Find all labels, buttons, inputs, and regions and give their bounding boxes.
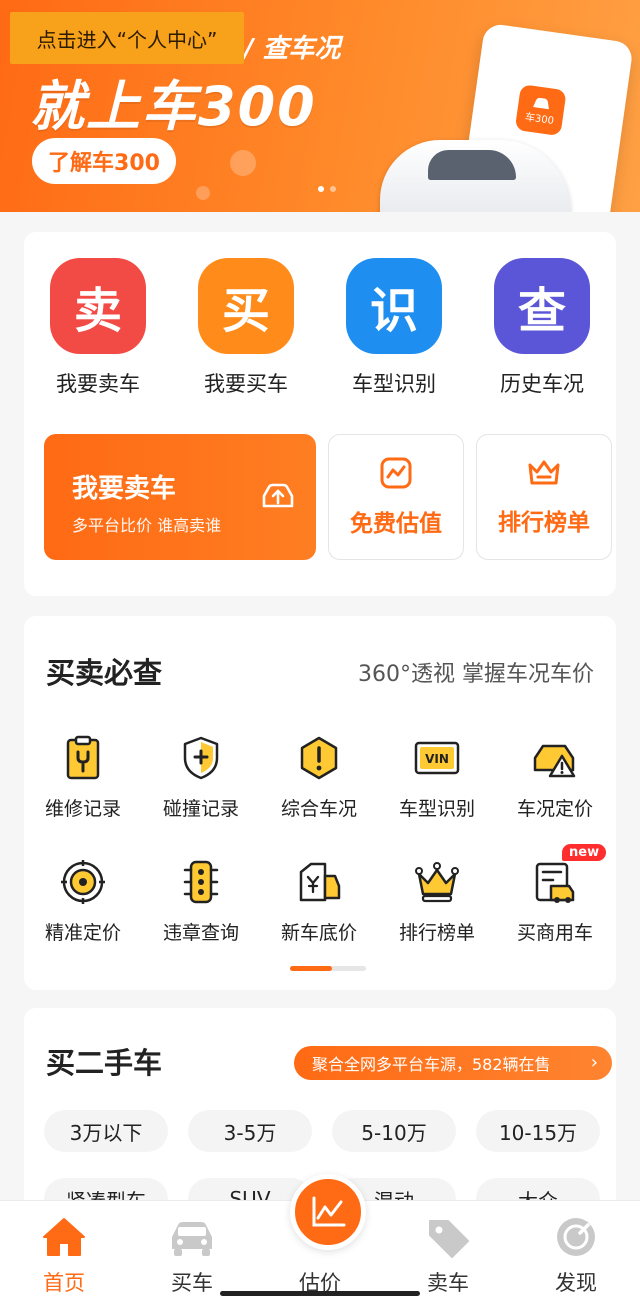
quick-entry-sell[interactable]: 卖 我要卖车 [24, 258, 172, 398]
app-logo-text: 车300 [524, 111, 555, 127]
sell-icon: 卖 [50, 258, 146, 354]
quick-entry-label: 我要卖车 [56, 372, 140, 396]
price-filter[interactable]: 3万以下 [44, 1110, 168, 1152]
free-valuation-card[interactable]: 免费估值 [328, 434, 464, 560]
banner-subtitle: / 查车况 [244, 34, 341, 64]
home-indicator [220, 1291, 420, 1296]
grid-item-label: 维修记录 [44, 798, 121, 820]
grid-item-label: 违章查询 [162, 922, 239, 944]
price-filter[interactable]: 3-5万 [188, 1110, 312, 1152]
carousel-dot [330, 186, 336, 192]
price-tag-icon [299, 862, 341, 902]
quick-entry-label: 车型识别 [352, 372, 436, 396]
app-logo-icon: 车300 [514, 84, 567, 137]
banner-title: 就上车300 [30, 75, 317, 138]
chart-trend-icon [380, 457, 412, 489]
grid-item-label: 车况定价 [516, 798, 593, 820]
quick-entry-row: 卖 我要卖车 买 我要买车 识 车型识别 查 历史车况 [24, 258, 616, 398]
sell-card-title: 我要卖车 [72, 474, 177, 504]
grid-item-violation[interactable]: 违章查询 [142, 858, 260, 945]
decor-bubble [230, 150, 256, 176]
grid-item-label: 精准定价 [44, 922, 121, 944]
grid-item-label: 综合车况 [280, 798, 357, 820]
used-cars-promo[interactable]: 聚合全网多平台车源，582辆在售 › [294, 1046, 612, 1080]
target-icon [61, 860, 105, 904]
price-filter[interactable]: 10-15万 [476, 1110, 600, 1152]
collision-shield-icon [183, 736, 219, 780]
grid-item-label: 新车底价 [280, 922, 357, 944]
profile-tooltip[interactable]: 点击进入“个人中心” [10, 12, 244, 64]
grid-item-new-car-price[interactable]: 新车底价 [260, 858, 378, 945]
grid-item-condition-price[interactable]: 车况定价 [496, 734, 614, 821]
check-grid-row-1: 维修记录 碰撞记录 综合车况 VIN 车型识别 车况定价 [24, 734, 616, 821]
tab-home[interactable]: 首页 [0, 1201, 128, 1301]
grid-item-maintenance[interactable]: 维修记录 [24, 734, 142, 821]
history-icon: 查 [494, 258, 590, 354]
crown-ranking-icon [415, 862, 459, 903]
scroll-progress [290, 966, 366, 971]
learn-more-button[interactable]: 了解车300 [32, 138, 176, 184]
sell-card-subtitle: 多平台比价 谁高卖谁 [72, 516, 222, 535]
carousel-dots [318, 186, 336, 192]
grid-item-overall[interactable]: 综合车况 [260, 734, 378, 821]
quick-entry-history[interactable]: 查 历史车况 [468, 258, 616, 398]
tab-label: 卖车 [427, 1271, 469, 1295]
carousel-dot [318, 186, 324, 192]
home-icon [43, 1218, 85, 1256]
new-badge: new [562, 844, 607, 861]
must-check-card: 买卖必查 360°透视 掌握车况车价 维修记录 碰撞记录 综合车况 VIN 车型… [24, 616, 616, 990]
check-grid-row-2: 精准定价 违章查询 新车底价 排行榜单 new 买商用车 [24, 844, 616, 945]
quick-entry-card: 卖 我要卖车 买 我要买车 识 车型识别 查 历史车况 我要卖车 多平台比价 谁… [24, 232, 616, 596]
tab-discover[interactable]: 发现 [512, 1201, 640, 1301]
price-filter[interactable]: 5-10万 [332, 1110, 456, 1152]
quick-entry-buy[interactable]: 买 我要买车 [172, 258, 320, 398]
tab-label: 发现 [555, 1271, 597, 1295]
tab-label: 买车 [171, 1271, 213, 1295]
vin-icon: VIN [414, 741, 460, 775]
hexagon-alert-icon [300, 736, 338, 780]
section-subtitle: 360°透视 掌握车况车价 [358, 662, 594, 687]
chevron-right-icon: › [590, 1052, 598, 1073]
ranking-label: 排行榜单 [498, 510, 590, 536]
section-title: 买卖必查 [46, 656, 163, 690]
commercial-vehicle-icon [535, 862, 575, 903]
valuation-fab[interactable] [290, 1174, 366, 1250]
tab-buy[interactable]: 买车 [128, 1201, 256, 1301]
maintenance-clipboard-icon [66, 735, 100, 780]
quick-entry-label: 我要买车 [204, 372, 288, 396]
grid-item-label: 车型识别 [398, 798, 475, 820]
tab-sell[interactable]: 卖车 [384, 1201, 512, 1301]
traffic-light-icon [183, 860, 219, 904]
used-cars-promo-text: 聚合全网多平台车源，582辆在售 [312, 1055, 551, 1074]
tab-label: 首页 [43, 1271, 85, 1295]
scroll-progress-fill [290, 966, 332, 971]
free-valuation-label: 免费估值 [350, 511, 442, 537]
grid-item-accurate-price[interactable]: 精准定价 [24, 858, 142, 945]
buy-icon: 买 [198, 258, 294, 354]
grid-item-ranking[interactable]: 排行榜单 [378, 858, 496, 945]
sell-car-card[interactable]: 我要卖车 多平台比价 谁高卖谁 [44, 434, 316, 560]
crown-icon [528, 460, 560, 485]
top-banner[interactable]: / 查车况 就上车300 了解车300 车300 点击进入“个人中心” [0, 0, 640, 212]
grid-item-label: 买商用车 [516, 922, 593, 944]
identify-icon: 识 [346, 258, 442, 354]
grid-item-label: 排行榜单 [398, 922, 475, 944]
chart-icon [312, 1196, 346, 1227]
car-warning-icon [533, 744, 576, 778]
quick-entry-identify[interactable]: 识 车型识别 [320, 258, 468, 398]
car-upload-icon [262, 483, 294, 508]
car-icon [172, 1222, 212, 1256]
price-filter-row: 3万以下 3-5万 5-10万 10-15万 [44, 1110, 600, 1152]
ranking-card[interactable]: 排行榜单 [476, 434, 612, 560]
grid-item-vin[interactable]: VIN 车型识别 [378, 734, 496, 821]
compass-icon [557, 1218, 595, 1256]
used-cars-title: 买二手车 [46, 1046, 163, 1080]
decor-bubble [196, 186, 210, 200]
grid-item-collision[interactable]: 碰撞记录 [142, 734, 260, 821]
tag-icon [429, 1220, 469, 1258]
quick-entry-label: 历史车况 [500, 372, 584, 396]
grid-item-label: 碰撞记录 [162, 798, 239, 820]
vin-text: VIN [425, 752, 449, 766]
grid-item-commercial[interactable]: new 买商用车 [496, 844, 614, 945]
